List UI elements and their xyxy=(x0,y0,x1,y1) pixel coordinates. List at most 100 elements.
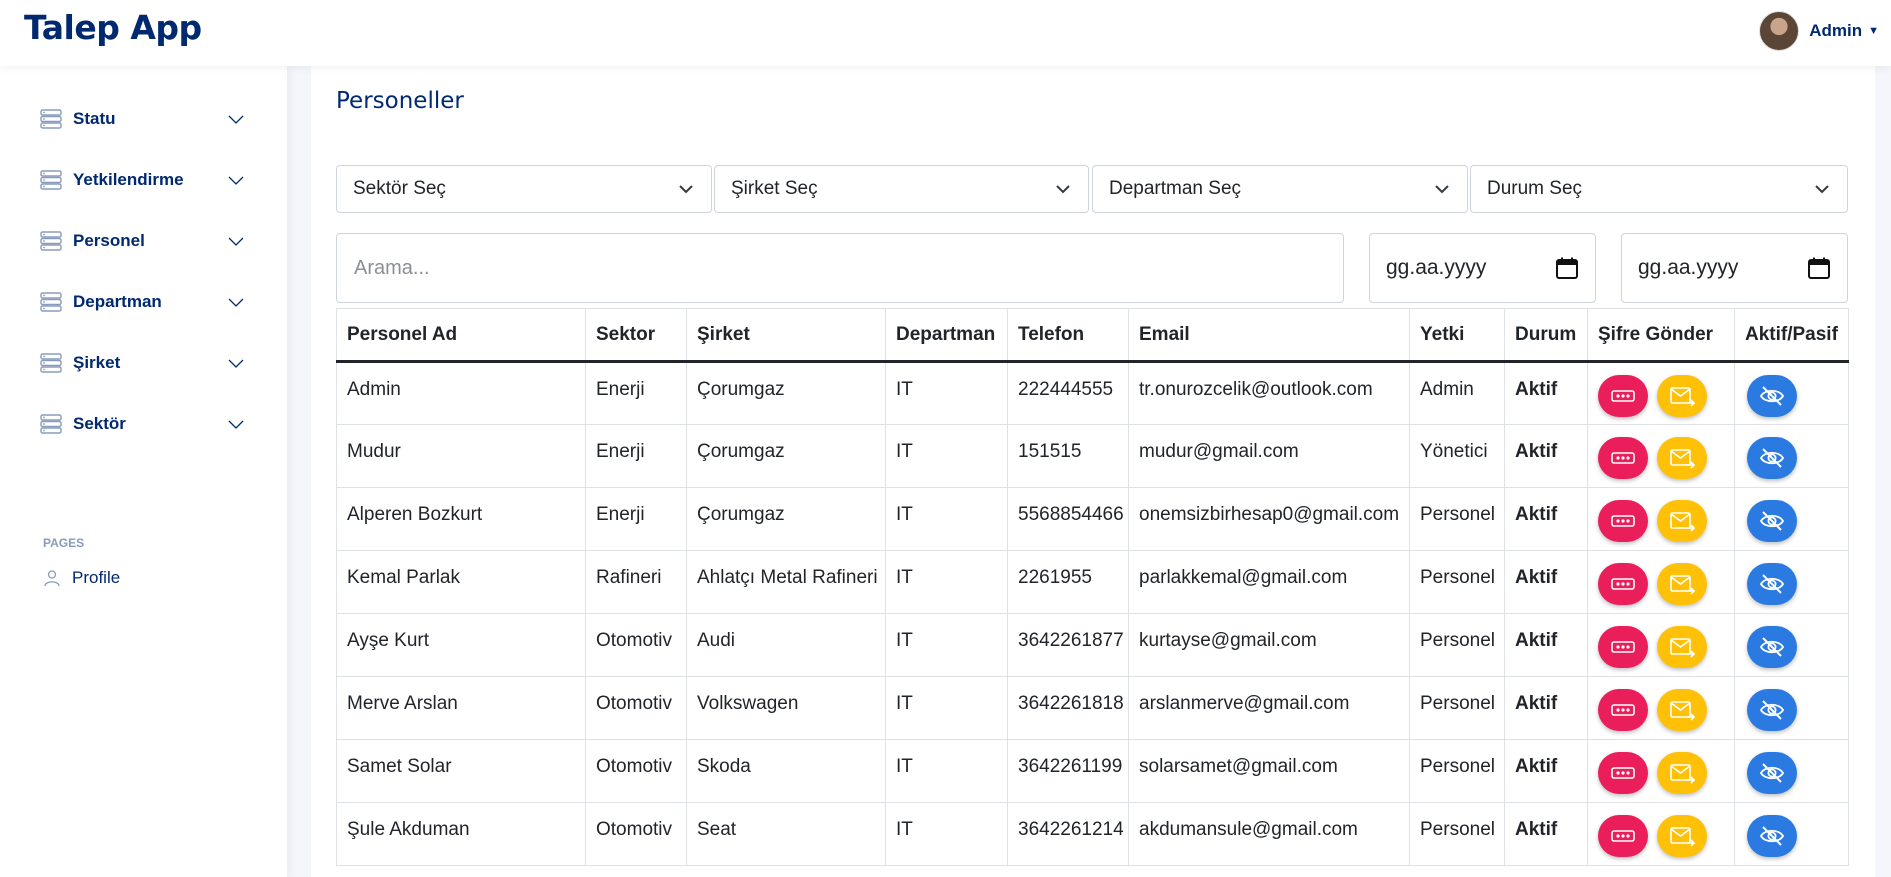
password-dots-icon xyxy=(1611,767,1635,779)
cell-toggle xyxy=(1734,739,1849,803)
cell-send-password xyxy=(1587,739,1735,803)
table-row: Merve Arslan Otomotiv Volkswagen IT 3642… xyxy=(336,676,1849,740)
send-mail-button[interactable] xyxy=(1657,500,1707,542)
cell-status: Aktif xyxy=(1504,550,1588,614)
cell-phone: 151515 xyxy=(1007,424,1129,488)
column-header[interactable]: Şirket xyxy=(686,308,886,363)
sidebar-item-sirket[interactable]: Şirket xyxy=(40,345,245,381)
calendar-icon[interactable] xyxy=(1555,256,1579,280)
cell-email: tr.onurozcelik@outlook.com xyxy=(1128,361,1410,425)
sidebar-item-sektor[interactable]: Sektör xyxy=(40,406,245,442)
caret-down-icon[interactable]: ▼ xyxy=(1868,25,1879,37)
send-password-button[interactable] xyxy=(1598,752,1648,794)
send-password-button[interactable] xyxy=(1598,563,1648,605)
select-value: Durum Seç xyxy=(1487,178,1583,199)
send-mail-button[interactable] xyxy=(1657,815,1707,857)
department-select[interactable]: Departman Seç xyxy=(1092,165,1468,213)
cell-name: Alperen Bozkurt xyxy=(336,487,586,551)
cell-department: IT xyxy=(885,676,1008,740)
sidebar-item-label: Departman xyxy=(73,292,162,311)
table-header-row: Personel Ad Sektor Şirket Departman Tele… xyxy=(336,308,1849,363)
sidebar-item-profile[interactable]: Profile xyxy=(43,560,248,596)
cell-role: Personel xyxy=(1409,550,1505,614)
cell-department: IT xyxy=(885,424,1008,488)
toggle-active-button[interactable] xyxy=(1747,437,1797,479)
cell-phone: 5568854466 xyxy=(1007,487,1129,551)
send-password-button[interactable] xyxy=(1598,626,1648,668)
sidebar-item-personel[interactable]: Personel xyxy=(40,223,245,259)
toggle-active-button[interactable] xyxy=(1747,500,1797,542)
cell-role: Personel xyxy=(1409,739,1505,803)
envelope-arrow-icon xyxy=(1670,638,1696,658)
column-header[interactable]: Yetki xyxy=(1409,308,1505,363)
sidebar-item-yetkilendirme[interactable]: Yetkilendirme xyxy=(40,162,245,198)
sidebar-item-label: Statu xyxy=(73,109,116,128)
cell-department: IT xyxy=(885,802,1008,866)
toggle-active-button[interactable] xyxy=(1747,752,1797,794)
chevron-down-icon xyxy=(679,185,693,194)
cell-toggle xyxy=(1734,424,1849,488)
server-icon xyxy=(40,231,62,251)
end-date-input[interactable]: gg.aa.yyyy xyxy=(1621,233,1848,303)
column-header[interactable]: Personel Ad xyxy=(336,308,586,363)
column-header[interactable]: Departman xyxy=(885,308,1008,363)
chevron-down-icon xyxy=(228,237,244,246)
cell-phone: 3642261818 xyxy=(1007,676,1129,740)
send-mail-button[interactable] xyxy=(1657,437,1707,479)
avatar[interactable] xyxy=(1759,11,1800,51)
send-mail-button[interactable] xyxy=(1657,752,1707,794)
start-date-input[interactable]: gg.aa.yyyy xyxy=(1369,233,1596,303)
cell-email: arslanmerve@gmail.com xyxy=(1128,676,1410,740)
cell-email: parlakkemal@gmail.com xyxy=(1128,550,1410,614)
toggle-active-button[interactable] xyxy=(1747,689,1797,731)
toggle-active-button[interactable] xyxy=(1747,563,1797,605)
column-header[interactable]: Telefon xyxy=(1007,308,1129,363)
send-password-button[interactable] xyxy=(1598,689,1648,731)
server-icon xyxy=(40,353,62,373)
toggle-active-button[interactable] xyxy=(1747,626,1797,668)
search-input[interactable] xyxy=(336,233,1344,303)
sidebar-item-departman[interactable]: Departman xyxy=(40,284,245,320)
chevron-down-icon xyxy=(228,298,244,307)
send-password-button[interactable] xyxy=(1598,500,1648,542)
column-header[interactable]: Durum xyxy=(1504,308,1588,363)
send-mail-button[interactable] xyxy=(1657,626,1707,668)
cell-email: onemsizbirhesap0@gmail.com xyxy=(1128,487,1410,551)
cell-send-password xyxy=(1587,613,1735,677)
send-mail-button[interactable] xyxy=(1657,375,1707,417)
cell-toggle xyxy=(1734,613,1849,677)
send-mail-button[interactable] xyxy=(1657,563,1707,605)
eye-slash-icon xyxy=(1759,700,1785,720)
user-menu[interactable]: Admin ▼ xyxy=(1759,11,1879,51)
cell-phone: 3642261214 xyxy=(1007,802,1129,866)
chevron-down-icon xyxy=(228,359,244,368)
cell-company: Seat xyxy=(686,802,886,866)
column-header[interactable]: Sektor xyxy=(585,308,687,363)
server-icon xyxy=(40,414,62,434)
company-select[interactable]: Şirket Seç xyxy=(714,165,1089,213)
server-icon xyxy=(40,109,62,129)
send-mail-button[interactable] xyxy=(1657,689,1707,731)
cell-company: Çorumgaz xyxy=(686,487,886,551)
sidebar-item-label: Yetkilendirme xyxy=(73,170,184,189)
sector-select[interactable]: Sektör Seç xyxy=(336,165,712,213)
table-row: Mudur Enerji Çorumgaz IT 151515 mudur@gm… xyxy=(336,424,1849,488)
cell-status: Aktif xyxy=(1504,739,1588,803)
cell-phone: 222444555 xyxy=(1007,361,1129,425)
status-select[interactable]: Durum Seç xyxy=(1470,165,1848,213)
sidebar-item-statu[interactable]: Statu xyxy=(40,101,245,137)
user-name[interactable]: Admin xyxy=(1809,21,1862,41)
send-password-button[interactable] xyxy=(1598,375,1648,417)
cell-send-password xyxy=(1587,487,1735,551)
calendar-icon[interactable] xyxy=(1807,256,1831,280)
toggle-active-button[interactable] xyxy=(1747,815,1797,857)
toggle-active-button[interactable] xyxy=(1747,375,1797,417)
cell-sector: Enerji xyxy=(585,424,687,488)
send-password-button[interactable] xyxy=(1598,815,1648,857)
cell-toggle xyxy=(1734,487,1849,551)
envelope-arrow-icon xyxy=(1670,449,1696,469)
send-password-button[interactable] xyxy=(1598,437,1648,479)
app-logo-title[interactable]: Talep App xyxy=(24,8,202,47)
password-dots-icon xyxy=(1611,452,1635,464)
column-header[interactable]: Email xyxy=(1128,308,1410,363)
